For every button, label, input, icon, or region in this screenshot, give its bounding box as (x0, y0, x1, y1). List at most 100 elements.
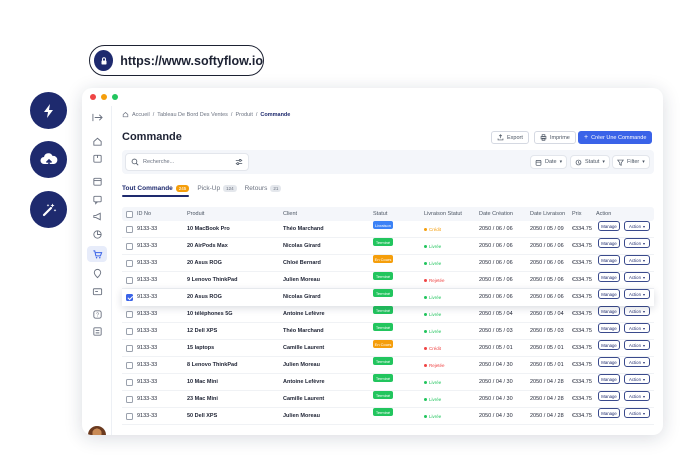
magic-wand-icon (30, 191, 67, 228)
row-checkbox[interactable] (126, 294, 133, 301)
package-icon[interactable] (91, 153, 103, 164)
url-bar[interactable]: https://www.softyflow.io (89, 45, 264, 76)
manage-button[interactable]: Manage (598, 272, 620, 282)
column-header[interactable]: Produit (187, 207, 204, 221)
client-name: Nicolas Girard (283, 243, 321, 249)
status-badge: Livraison (373, 221, 393, 229)
action-dropdown[interactable]: Action ▾ (624, 408, 650, 418)
breadcrumb-item[interactable]: Accueil (132, 112, 150, 118)
manage-button[interactable]: Manage (598, 323, 620, 333)
tab-label: Tout Commande (122, 185, 173, 192)
manage-button[interactable]: Manage (598, 357, 620, 367)
manage-button[interactable]: Manage (598, 289, 620, 299)
order-id: 9133-33 (137, 328, 158, 334)
manage-button[interactable]: Manage (598, 374, 620, 384)
delivery-status-label: Livrée (429, 329, 442, 334)
box-icon[interactable] (91, 176, 103, 187)
row-checkbox[interactable] (126, 226, 133, 233)
column-header[interactable]: Date Création (479, 207, 513, 221)
action-label: Action (629, 376, 641, 382)
delivery-status: Livrée (424, 306, 441, 323)
tab-all-orders[interactable]: Tout Commande 245 (122, 185, 190, 197)
action-dropdown[interactable]: Action ▾ (624, 289, 650, 299)
minimize-dot[interactable] (101, 94, 107, 100)
order-id: 9133-33 (137, 260, 158, 266)
action-dropdown[interactable]: Action ▾ (624, 238, 650, 248)
close-dot[interactable] (90, 94, 96, 100)
create-order-button[interactable]: + Créer Une Commande (578, 131, 653, 144)
manage-button[interactable]: Manage (598, 340, 620, 350)
settings-icon[interactable] (91, 326, 103, 337)
home-icon[interactable] (91, 136, 103, 147)
tab-returns[interactable]: Retours 21 (245, 185, 282, 196)
row-checkbox[interactable] (126, 362, 133, 369)
row-checkbox[interactable] (126, 277, 133, 284)
client-name: Chloé Bernard (283, 260, 321, 266)
export-icon (497, 134, 504, 141)
column-header[interactable]: Prix (572, 207, 581, 221)
product-name: 8 Lenovo ThinkPad (187, 362, 238, 368)
created-date: 2050 / 05 / 04 (479, 311, 513, 317)
status-filter[interactable]: Statut ▾ (570, 155, 610, 169)
user-avatar[interactable] (88, 426, 106, 435)
pie-chart-icon[interactable] (91, 229, 103, 240)
row-checkbox[interactable] (126, 311, 133, 318)
select-all-checkbox[interactable] (126, 211, 133, 218)
delivery-status-label: Livrée (429, 414, 442, 419)
row-checkbox[interactable] (126, 243, 133, 250)
date-filter[interactable]: Date ▾ (530, 155, 568, 169)
breadcrumb-item[interactable]: Tableau De Bord Des Ventes (157, 112, 228, 118)
row-checkbox[interactable] (126, 396, 133, 403)
action-dropdown[interactable]: Action ▾ (624, 323, 650, 333)
cart-icon[interactable] (87, 246, 107, 262)
id-card-icon[interactable] (91, 286, 103, 297)
action-dropdown[interactable]: Action ▾ (624, 255, 650, 265)
manage-button[interactable]: Manage (598, 306, 620, 316)
action-dropdown[interactable]: Action ▾ (624, 306, 650, 316)
breadcrumb-item[interactable]: Produit (235, 112, 252, 118)
client-name: Julien Moreau (283, 277, 320, 283)
print-label: Imprime (550, 134, 570, 141)
row-checkbox[interactable] (126, 328, 133, 335)
column-header[interactable]: Date Livraison (530, 207, 565, 221)
status-dot-icon (424, 398, 427, 401)
action-dropdown[interactable]: Action ▾ (624, 357, 650, 367)
chevron-down-icon: ▾ (642, 291, 645, 297)
tab-pick-up[interactable]: Pick-Up 124 (197, 185, 237, 196)
home-icon[interactable] (122, 111, 129, 118)
table-row[interactable]: 9133-33 50 Dell XPS Julien Moreau Terminé Li… (122, 408, 654, 425)
row-checkbox[interactable] (126, 379, 133, 386)
manage-button[interactable]: Manage (598, 408, 620, 418)
location-icon[interactable] (91, 268, 103, 279)
column-header[interactable]: Client (283, 207, 297, 221)
chat-icon[interactable] (91, 194, 103, 205)
row-checkbox[interactable] (126, 260, 133, 267)
status-badge: En Cours (373, 340, 393, 348)
help-icon[interactable]: ? (91, 309, 103, 320)
action-dropdown[interactable]: Action ▾ (624, 391, 650, 401)
collapse-sidebar-icon[interactable] (91, 112, 103, 123)
print-button[interactable]: Imprime (534, 131, 576, 144)
price: €334.75 (572, 379, 592, 385)
price: €334.75 (572, 362, 592, 368)
action-dropdown[interactable]: Action ▾ (624, 374, 650, 384)
filter-dropdown[interactable]: Filter ▾ (612, 155, 650, 169)
search-input[interactable]: Recherche... (125, 153, 249, 171)
table-row[interactable]: 9133-33 20 Asus ROG Nicolas Girard Terminé L… (122, 289, 654, 306)
manage-button[interactable]: Manage (598, 238, 620, 248)
manage-button[interactable]: Manage (598, 255, 620, 265)
column-header[interactable]: ID No (137, 207, 151, 221)
action-dropdown[interactable]: Action ▾ (624, 221, 650, 231)
row-checkbox[interactable] (126, 345, 133, 352)
megaphone-icon[interactable] (91, 211, 103, 222)
manage-label: Manage (601, 393, 617, 399)
action-dropdown[interactable]: Action ▾ (624, 272, 650, 282)
manage-button[interactable]: Manage (598, 391, 620, 401)
export-button[interactable]: Export (491, 131, 529, 144)
manage-button[interactable]: Manage (598, 221, 620, 231)
column-header[interactable]: Livraison Statut (424, 207, 462, 221)
action-dropdown[interactable]: Action ▾ (624, 340, 650, 350)
row-checkbox[interactable] (126, 413, 133, 420)
status-dot-icon (424, 313, 427, 316)
sliders-icon[interactable] (235, 158, 243, 166)
